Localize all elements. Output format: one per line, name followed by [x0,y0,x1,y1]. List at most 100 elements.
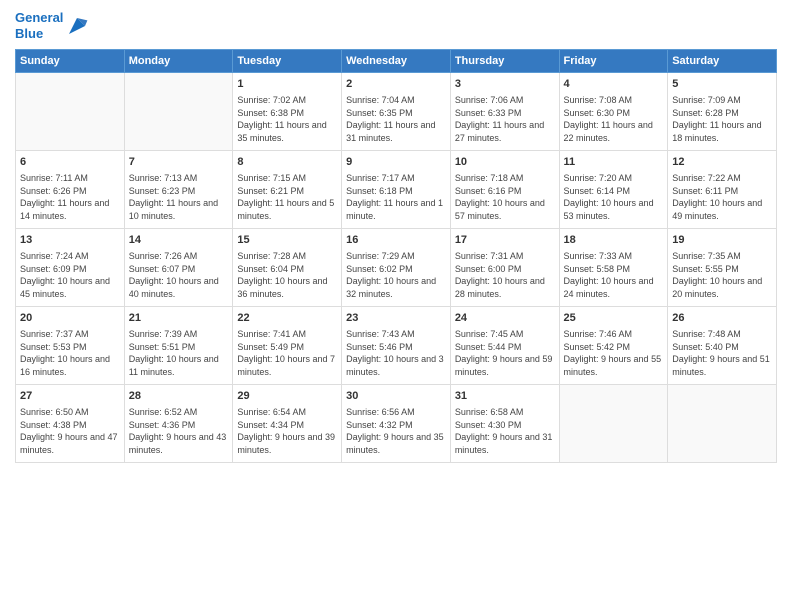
day-info: Sunrise: 7:33 AMSunset: 5:58 PMDaylight:… [564,250,664,300]
day-info: Sunrise: 7:17 AMSunset: 6:18 PMDaylight:… [346,172,446,222]
calendar-day-cell: 6Sunrise: 7:11 AMSunset: 6:26 PMDaylight… [16,151,125,229]
weekday-row: SundayMondayTuesdayWednesdayThursdayFrid… [16,50,777,73]
page: GeneralBlue SundayMondayTuesdayWednesday… [0,0,792,612]
day-info: Sunrise: 7:29 AMSunset: 6:02 PMDaylight:… [346,250,446,300]
day-info: Sunrise: 7:31 AMSunset: 6:00 PMDaylight:… [455,250,555,300]
logo: GeneralBlue [15,10,89,41]
calendar-day-cell: 14Sunrise: 7:26 AMSunset: 6:07 PMDayligh… [124,229,233,307]
day-info: Sunrise: 7:43 AMSunset: 5:46 PMDaylight:… [346,328,446,378]
calendar-week-row: 1Sunrise: 7:02 AMSunset: 6:38 PMDaylight… [16,73,777,151]
calendar-table: SundayMondayTuesdayWednesdayThursdayFrid… [15,49,777,463]
day-number: 12 [672,155,772,170]
day-info: Sunrise: 7:37 AMSunset: 5:53 PMDaylight:… [20,328,120,378]
day-number: 22 [237,311,337,326]
day-info: Sunrise: 7:15 AMSunset: 6:21 PMDaylight:… [237,172,337,222]
day-info: Sunrise: 7:22 AMSunset: 6:11 PMDaylight:… [672,172,772,222]
calendar-day-cell: 22 Sunrise: 7:41 AMSunset: 5:49 PMDayligh… [233,307,342,385]
calendar-day-cell: 27Sunrise: 6:50 AMSunset: 4:38 PMDayligh… [16,385,125,463]
calendar-day-cell: 11Sunrise: 7:20 AMSunset: 6:14 PMDayligh… [559,151,668,229]
calendar-day-cell [16,73,125,151]
day-info: Sunrise: 7:35 AMSunset: 5:55 PMDaylight:… [672,250,772,300]
weekday-header: Thursday [450,50,559,73]
calendar-day-cell: 28 Sunrise: 6:52 AMSunset: 4:36 PMDayligh… [124,385,233,463]
day-number: 8 [237,155,337,170]
calendar-day-cell: 30 Sunrise: 6:56 AMSunset: 4:32 PMDayligh… [342,385,451,463]
weekday-header: Wednesday [342,50,451,73]
calendar-day-cell: 10 Sunrise: 7:18 AMSunset: 6:16 PMDayligh… [450,151,559,229]
day-number: 16 [346,233,446,248]
calendar-day-cell: 8 Sunrise: 7:15 AMSunset: 6:21 PMDaylight… [233,151,342,229]
calendar-day-cell: 18 Sunrise: 7:33 AMSunset: 5:58 PMDayligh… [559,229,668,307]
day-info: Sunrise: 7:08 AMSunset: 6:30 PMDaylight:… [564,94,664,144]
calendar-day-cell: 3Sunrise: 7:06 AMSunset: 6:33 PMDaylight… [450,73,559,151]
logo-icon [65,14,89,38]
calendar-day-cell: 19 Sunrise: 7:35 AMSunset: 5:55 PMDayligh… [668,229,777,307]
calendar-day-cell: 31Sunrise: 6:58 AMSunset: 4:30 PMDayligh… [450,385,559,463]
calendar-day-cell: 17 Sunrise: 7:31 AMSunset: 6:00 PMDayligh… [450,229,559,307]
day-number: 3 [455,77,555,92]
calendar-week-row: 20 Sunrise: 7:37 AMSunset: 5:53 PMDayligh… [16,307,777,385]
day-number: 17 [455,233,555,248]
day-info: Sunrise: 7:46 AMSunset: 5:42 PMDaylight:… [564,328,664,378]
day-number: 1 [237,77,337,92]
weekday-header: Sunday [16,50,125,73]
calendar-day-cell: 9 Sunrise: 7:17 AMSunset: 6:18 PMDaylight… [342,151,451,229]
day-number: 9 [346,155,446,170]
calendar-day-cell: 20 Sunrise: 7:37 AMSunset: 5:53 PMDayligh… [16,307,125,385]
calendar-body: 1Sunrise: 7:02 AMSunset: 6:38 PMDaylight… [16,73,777,463]
day-info: Sunrise: 7:45 AMSunset: 5:44 PMDaylight:… [455,328,555,378]
logo-text: GeneralBlue [15,10,63,41]
weekday-header: Saturday [668,50,777,73]
day-number: 5 [672,77,772,92]
day-number: 10 [455,155,555,170]
calendar-day-cell: 2 Sunrise: 7:04 AMSunset: 6:35 PMDaylight… [342,73,451,151]
day-number: 18 [564,233,664,248]
day-info: Sunrise: 7:24 AMSunset: 6:09 PMDaylight:… [20,250,120,300]
day-number: 27 [20,389,120,404]
calendar-day-cell: 21Sunrise: 7:39 AMSunset: 5:51 PMDayligh… [124,307,233,385]
calendar-day-cell [559,385,668,463]
day-number: 30 [346,389,446,404]
calendar-day-cell: 15Sunrise: 7:28 AMSunset: 6:04 PMDayligh… [233,229,342,307]
header: GeneralBlue [15,10,777,41]
calendar-day-cell: 29 Sunrise: 6:54 AMSunset: 4:34 PMDayligh… [233,385,342,463]
calendar-day-cell: 26 Sunrise: 7:48 AMSunset: 5:40 PMDayligh… [668,307,777,385]
day-number: 26 [672,311,772,326]
day-number: 11 [564,155,664,170]
day-number: 19 [672,233,772,248]
calendar-day-cell: 24Sunrise: 7:45 AMSunset: 5:44 PMDayligh… [450,307,559,385]
day-number: 2 [346,77,446,92]
day-info: Sunrise: 6:58 AMSunset: 4:30 PMDaylight:… [455,406,555,456]
day-info: Sunrise: 6:54 AMSunset: 4:34 PMDaylight:… [237,406,337,456]
day-number: 7 [129,155,229,170]
day-number: 4 [564,77,664,92]
calendar-week-row: 6Sunrise: 7:11 AMSunset: 6:26 PMDaylight… [16,151,777,229]
day-number: 23 [346,311,446,326]
calendar-day-cell: 25Sunrise: 7:46 AMSunset: 5:42 PMDayligh… [559,307,668,385]
calendar-day-cell: 23 Sunrise: 7:43 AMSunset: 5:46 PMDayligh… [342,307,451,385]
weekday-header: Friday [559,50,668,73]
calendar-header: SundayMondayTuesdayWednesdayThursdayFrid… [16,50,777,73]
day-number: 29 [237,389,337,404]
day-number: 6 [20,155,120,170]
day-info: Sunrise: 6:52 AMSunset: 4:36 PMDaylight:… [129,406,229,456]
day-info: Sunrise: 7:26 AMSunset: 6:07 PMDaylight:… [129,250,229,300]
day-info: Sunrise: 7:13 AMSunset: 6:23 PMDaylight:… [129,172,229,222]
calendar-day-cell: 4 Sunrise: 7:08 AMSunset: 6:30 PMDaylight… [559,73,668,151]
calendar-day-cell: 1Sunrise: 7:02 AMSunset: 6:38 PMDaylight… [233,73,342,151]
calendar-week-row: 13 Sunrise: 7:24 AMSunset: 6:09 PMDayligh… [16,229,777,307]
calendar-day-cell [668,385,777,463]
day-info: Sunrise: 7:41 AMSunset: 5:49 PMDaylight:… [237,328,337,378]
calendar-day-cell: 5Sunrise: 7:09 AMSunset: 6:28 PMDaylight… [668,73,777,151]
calendar-day-cell: 12 Sunrise: 7:22 AMSunset: 6:11 PMDayligh… [668,151,777,229]
calendar-day-cell: 7 Sunrise: 7:13 AMSunset: 6:23 PMDaylight… [124,151,233,229]
day-info: Sunrise: 6:56 AMSunset: 4:32 PMDaylight:… [346,406,446,456]
day-number: 20 [20,311,120,326]
day-number: 21 [129,311,229,326]
day-number: 15 [237,233,337,248]
day-number: 28 [129,389,229,404]
day-info: Sunrise: 7:18 AMSunset: 6:16 PMDaylight:… [455,172,555,222]
day-info: Sunrise: 7:04 AMSunset: 6:35 PMDaylight:… [346,94,446,144]
day-info: Sunrise: 7:48 AMSunset: 5:40 PMDaylight:… [672,328,772,378]
day-number: 13 [20,233,120,248]
